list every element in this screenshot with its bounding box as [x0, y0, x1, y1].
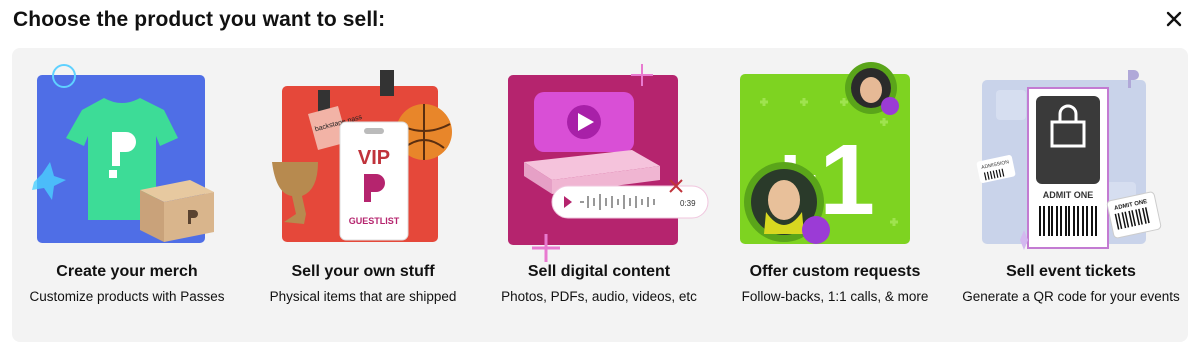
video-play-icon: 0:39: [508, 64, 709, 262]
page-title: Choose the product you want to sell:: [13, 8, 386, 31]
card-title: Sell your own stuff: [291, 263, 435, 280]
card-subtitle: Photos, PDFs, audio, videos, etc: [501, 289, 697, 304]
sell-event-tickets-card[interactable]: ADMIT ONE ADMISSION ADMIT ONE Sell event…: [956, 48, 1186, 342]
ticket-icon: ADMIT ONE ADMISSION ADMIT ONE: [976, 70, 1162, 250]
tshirt-box-icon: [32, 64, 214, 243]
card-title: Sell digital content: [527, 263, 671, 280]
card-subtitle: Customize products with Passes: [29, 289, 225, 304]
plus-one-icon: +1: [740, 62, 910, 244]
card-title: Offer custom requests: [749, 263, 921, 280]
sell-digital-content-card[interactable]: 0:39 Sell digital content Photos, PDFs, …: [484, 48, 714, 342]
audio-time-text: 0:39: [680, 199, 696, 208]
admit-one-text: ADMIT ONE: [1043, 190, 1094, 200]
card-subtitle: Follow-backs, 1:1 calls, & more: [741, 289, 929, 304]
close-icon[interactable]: [1163, 8, 1185, 30]
offer-custom-requests-card[interactable]: +1 Offer custom requests Follow-backs, 1…: [720, 48, 950, 342]
create-merch-card[interactable]: Create your merch Customize products wit…: [12, 48, 242, 342]
card-title: Create your merch: [56, 263, 198, 280]
sell-own-stuff-card[interactable]: backstage pass VIP GUESTLIST Sell your o…: [248, 48, 478, 342]
card-title: Sell event tickets: [1006, 263, 1136, 280]
vip-text: VIP: [358, 147, 390, 169]
vip-pass-icon: backstage pass VIP GUESTLIST: [272, 70, 452, 242]
card-subtitle: Generate a QR code for your events: [962, 289, 1180, 304]
product-options-panel: Create your merch Customize products wit…: [12, 48, 1188, 342]
card-subtitle: Physical items that are shipped: [269, 289, 457, 304]
guestlist-text: GUESTLIST: [349, 216, 400, 226]
